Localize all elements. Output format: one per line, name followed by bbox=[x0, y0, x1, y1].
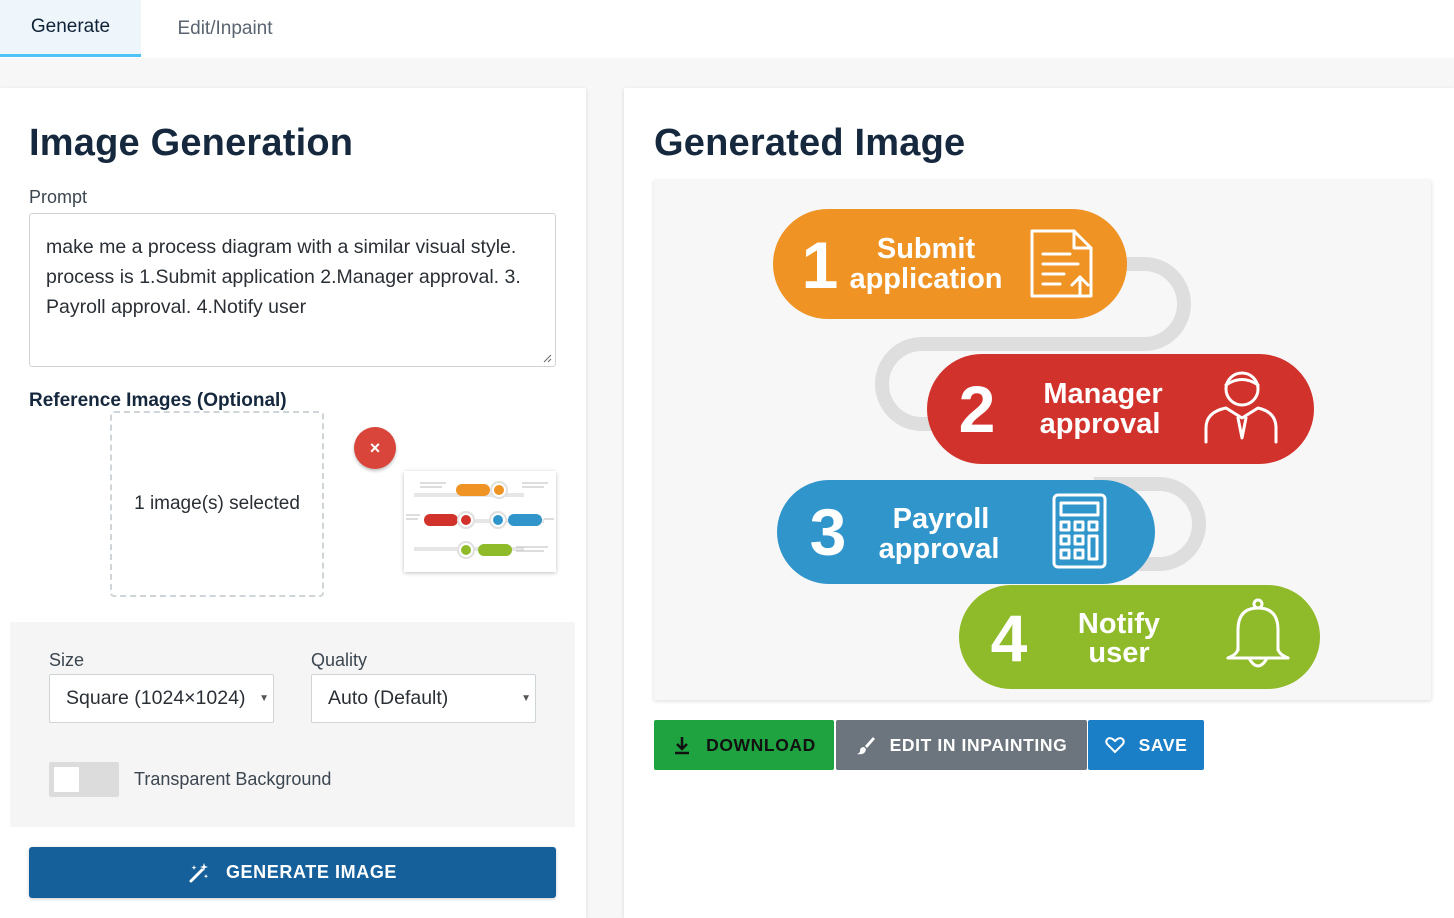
edit-in-inpainting-label: EDIT IN INPAINTING bbox=[889, 734, 1068, 755]
remove-reference-button[interactable]: × bbox=[354, 427, 396, 469]
step-2-line2: approval bbox=[1040, 408, 1161, 440]
quality-label: Quality bbox=[311, 650, 368, 670]
transparent-background-toggle[interactable] bbox=[49, 762, 119, 797]
prompt-text: make me a process diagram with a similar… bbox=[46, 236, 521, 318]
transparent-background-label: Transparent Background bbox=[134, 769, 332, 789]
tab-generate[interactable]: Generate bbox=[0, 0, 141, 57]
step-3-line2: approval bbox=[879, 533, 1000, 565]
step-4: 4 Notify user bbox=[959, 585, 1320, 689]
step-4-line2: user bbox=[1088, 637, 1149, 669]
edit-in-inpainting-button[interactable]: EDIT IN INPAINTING bbox=[836, 720, 1087, 770]
save-label: SAVE bbox=[1138, 734, 1188, 755]
step-4-line1: Notify bbox=[1078, 608, 1160, 640]
step-1-number: 1 bbox=[802, 228, 839, 302]
step-2: 2 Manager approval bbox=[927, 354, 1314, 464]
chevron-down-icon: ▼ bbox=[259, 693, 269, 704]
reference-diagram-image bbox=[404, 471, 556, 572]
step-1-line1: Submit bbox=[877, 233, 976, 265]
generated-image-title: Generated Image bbox=[654, 122, 966, 164]
step-3: 3 Payroll approval bbox=[777, 480, 1155, 584]
prompt-input[interactable]: make me a process diagram with a similar… bbox=[29, 213, 556, 367]
close-icon: × bbox=[369, 437, 381, 458]
resize-handle-icon[interactable] bbox=[542, 353, 552, 363]
step-2-number: 2 bbox=[959, 372, 996, 446]
image-generation-panel: Image Generation Prompt make me a proces… bbox=[0, 88, 586, 918]
download-icon bbox=[675, 737, 690, 755]
step-3-line1: Payroll bbox=[893, 503, 990, 535]
dropzone-text: 1 image(s) selected bbox=[134, 493, 300, 514]
size-select-value: Square (1024×1024) bbox=[66, 687, 246, 709]
options-section: Size Square (1024×1024) ▼ Quality Auto (… bbox=[10, 622, 575, 827]
download-button[interactable]: DOWNLOAD bbox=[654, 720, 834, 770]
step-4-number: 4 bbox=[991, 601, 1028, 675]
heart-icon bbox=[1104, 737, 1125, 754]
reference-thumbnail bbox=[404, 471, 556, 572]
download-label: DOWNLOAD bbox=[706, 734, 816, 755]
tab-bar: Generate Edit/Inpaint bbox=[0, 0, 1454, 58]
step-1-line2: application bbox=[849, 263, 1002, 295]
step-1: 1 Submit application bbox=[773, 209, 1127, 319]
generated-image: 1 Submit application 2 Manager approval … bbox=[654, 180, 1431, 700]
chevron-down-icon: ▼ bbox=[521, 693, 531, 704]
toggle-knob bbox=[54, 767, 79, 792]
process-diagram: 1 Submit application 2 Manager approval … bbox=[654, 180, 1431, 700]
save-button[interactable]: SAVE bbox=[1088, 720, 1204, 770]
generated-image-panel: Generated Image 1 Submit application 2 M… bbox=[624, 88, 1454, 918]
step-2-line1: Manager bbox=[1043, 378, 1162, 410]
reference-images-label: Reference Images (Optional) bbox=[29, 390, 287, 411]
generate-image-label: GENERATE IMAGE bbox=[225, 862, 398, 882]
reference-dropzone[interactable]: 1 image(s) selected bbox=[110, 411, 324, 597]
step-3-number: 3 bbox=[810, 495, 847, 569]
size-select[interactable]: Square (1024×1024) ▼ bbox=[49, 674, 274, 723]
quality-select[interactable]: Auto (Default) ▼ bbox=[311, 674, 536, 723]
tab-edit-inpaint[interactable]: Edit/Inpaint bbox=[141, 0, 309, 57]
size-label: Size bbox=[49, 650, 85, 670]
quality-select-value: Auto (Default) bbox=[328, 687, 449, 709]
magic-wand-icon bbox=[189, 862, 209, 882]
page-title: Image Generation bbox=[29, 122, 354, 164]
brush-icon bbox=[856, 737, 875, 755]
generate-image-button[interactable]: GENERATE IMAGE bbox=[29, 847, 556, 898]
prompt-label: Prompt bbox=[29, 187, 88, 207]
